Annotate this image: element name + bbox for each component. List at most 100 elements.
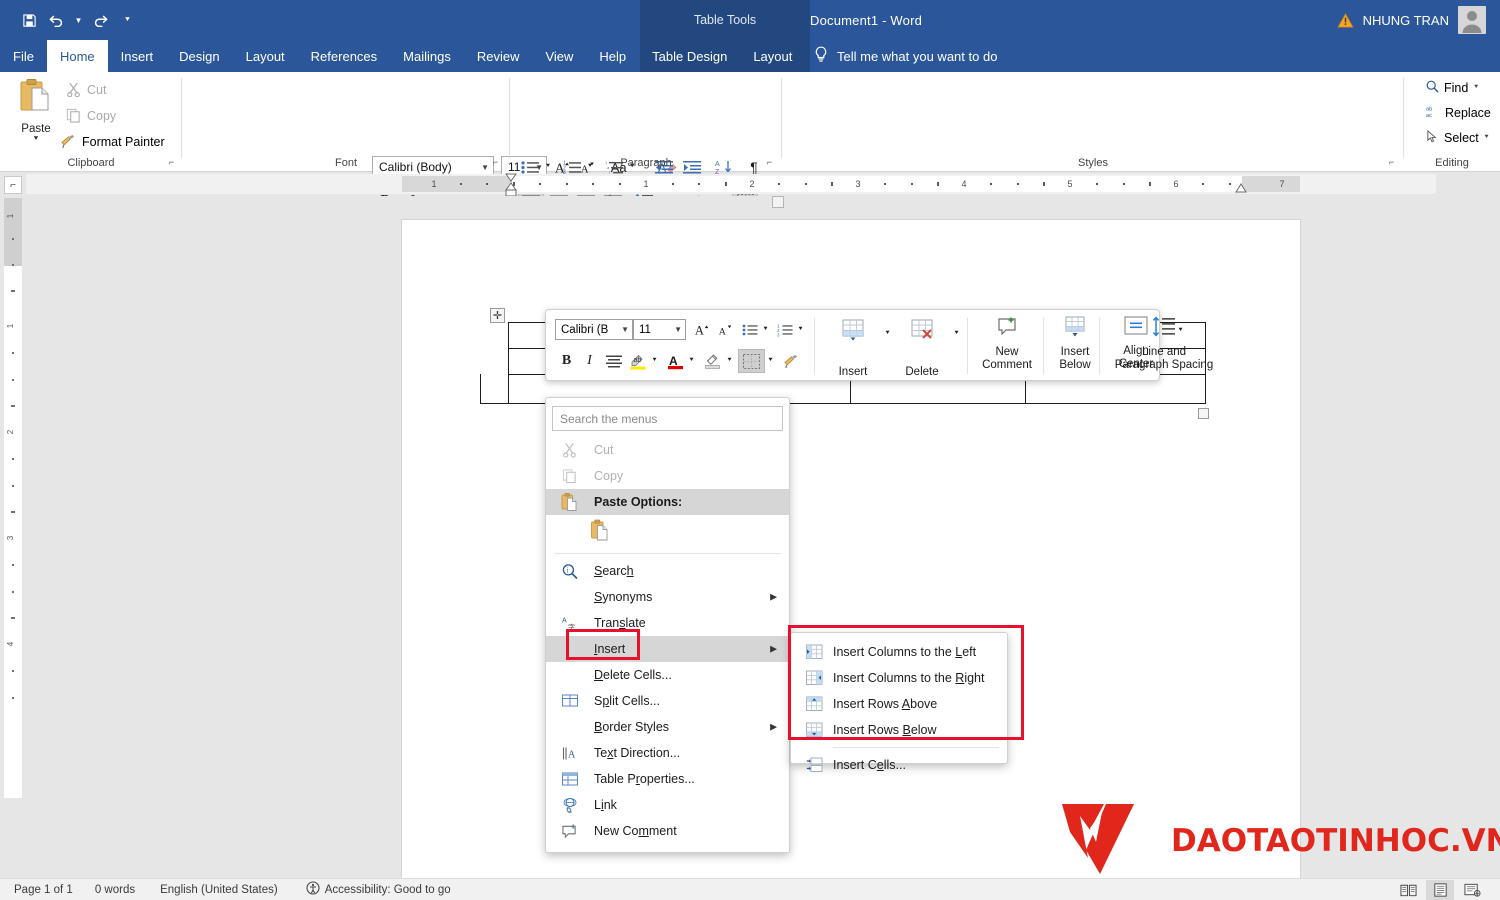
mini-delete-button[interactable]: Delete	[894, 318, 950, 379]
mini-highlight-dropdown-icon[interactable]: ⯆	[649, 350, 660, 372]
mini-font-color-icon[interactable]: A	[664, 350, 686, 372]
submenu-item-insert-rows-below[interactable]: Insert Rows Below	[791, 717, 1007, 743]
context-menu-item-insert[interactable]: Insert ▶	[546, 636, 789, 662]
submenu-item-insert-columns-right[interactable]: Insert Columns to the Right	[791, 665, 1007, 691]
tab-insert[interactable]: Insert	[108, 40, 167, 72]
context-menu-item-link[interactable]: Link	[546, 792, 789, 818]
select-button[interactable]: Select ⯆	[1426, 130, 1489, 146]
mini-font-color-dropdown-icon[interactable]: ⯆	[686, 350, 697, 372]
find-dropdown-icon[interactable]: ⯆	[1473, 84, 1479, 92]
find-button[interactable]: Find ⯆	[1426, 80, 1479, 96]
tab-view[interactable]: View	[532, 40, 586, 72]
paste-dropdown-icon[interactable]: ⯆	[33, 135, 39, 143]
account-name[interactable]: NHUNG TRAN	[1363, 13, 1449, 28]
user-avatar-icon[interactable]	[1458, 6, 1486, 34]
paste-button[interactable]: Paste ⯆	[10, 78, 62, 154]
chevron-down-icon[interactable]: ▼	[674, 325, 682, 334]
mini-insert-button[interactable]: Insert	[825, 318, 881, 379]
mini-align-center-button[interactable]: Align Center	[1112, 315, 1160, 371]
copy-button[interactable]: Copy	[66, 108, 116, 123]
mini-italic-icon[interactable]: I	[579, 350, 600, 372]
mini-new-comment-button[interactable]: New Comment	[974, 316, 1040, 372]
font-dialog-launcher[interactable]: ⌐	[490, 157, 501, 168]
mini-bullets-dropdown-icon[interactable]: ⯆	[760, 319, 771, 340]
mini-line-spacing-dropdown-icon[interactable]: ⯆	[1175, 323, 1186, 339]
undo-dropdown-icon[interactable]: ▼	[72, 7, 85, 33]
vertical-ruler[interactable]: 1 1 2 3 4	[4, 198, 22, 798]
context-menu-item-split-cells[interactable]: Split Cells...	[546, 688, 789, 714]
styles-dialog-launcher[interactable]: ⌐	[1386, 157, 1397, 168]
read-mode-view-icon[interactable]	[1394, 880, 1422, 900]
context-menu-item-copy[interactable]: Copy	[546, 463, 789, 489]
horizontal-ruler[interactable]: 1 1 2 3 4 5 6 7	[26, 174, 1436, 194]
mini-insert-dropdown-icon[interactable]: ⯆	[882, 326, 893, 342]
mini-align-icon[interactable]	[603, 350, 624, 372]
status-page[interactable]: Page 1 of 1	[14, 884, 73, 896]
svg-text:4: 4	[961, 179, 966, 189]
context-menu-item-table-properties[interactable]: Table Properties...	[546, 766, 789, 792]
mini-font-name-combo[interactable]: Calibri (B ▼	[555, 319, 633, 340]
mini-shading-dropdown-icon[interactable]: ⯆	[724, 350, 735, 372]
context-menu-item-cut[interactable]: Cut	[546, 437, 789, 463]
mini-bullets-icon[interactable]	[739, 319, 761, 340]
mini-numbering-dropdown-icon[interactable]: ⯆	[795, 319, 806, 340]
mini-delete-dropdown-icon[interactable]: ⯆	[951, 326, 962, 342]
tab-references[interactable]: References	[298, 40, 390, 72]
clipboard-dialog-launcher[interactable]: ⌐	[166, 157, 177, 168]
undo-icon[interactable]	[44, 7, 70, 33]
mini-borders-icon[interactable]	[738, 349, 765, 373]
mini-font-size-combo[interactable]: 11 ▼	[633, 319, 686, 340]
print-layout-view-icon[interactable]	[1426, 880, 1454, 900]
submenu-item-insert-cells[interactable]: Insert Cells...	[791, 752, 1007, 778]
context-menu-label-synonyms: Synonyms	[594, 590, 652, 604]
chevron-down-icon[interactable]: ▼	[621, 325, 629, 334]
tab-table-design[interactable]: Table Design	[639, 40, 740, 72]
cut-button[interactable]: Cut	[66, 82, 106, 97]
search-the-menus-input[interactable]: Search the menus	[552, 406, 783, 431]
format-painter-button[interactable]: Format Painter	[60, 134, 165, 149]
paragraph-dialog-launcher[interactable]: ⌐	[764, 157, 775, 168]
context-menu-item-search[interactable]: i Search	[546, 558, 789, 584]
mini-borders-dropdown-icon[interactable]: ⯆	[765, 350, 776, 372]
context-menu-item-translate[interactable]: A字 Translate	[546, 610, 789, 636]
mini-numbering-icon[interactable]: 123	[774, 319, 796, 340]
keep-source-formatting-paste-icon[interactable]	[590, 519, 610, 546]
mini-bold-icon[interactable]: B	[556, 350, 577, 372]
status-language[interactable]: English (United States)	[160, 884, 278, 896]
tab-review[interactable]: Review	[464, 40, 533, 72]
tab-file[interactable]: File	[0, 40, 47, 72]
submenu-item-insert-columns-left[interactable]: Insert Columns to the Left	[791, 639, 1007, 665]
mini-text-highlight-color-icon[interactable]: ab	[627, 350, 649, 372]
tab-mailings[interactable]: Mailings	[390, 40, 464, 72]
table-resize-handle[interactable]	[1198, 408, 1209, 419]
status-accessibility[interactable]: Accessibility: Good to go	[306, 881, 451, 898]
web-layout-view-icon[interactable]	[1458, 880, 1486, 900]
context-menu-item-delete-cells[interactable]: Delete Cells...	[546, 662, 789, 688]
save-icon[interactable]	[16, 7, 42, 33]
tell-me-search[interactable]: Tell me what you want to do	[814, 40, 997, 72]
mini-shrink-font-icon[interactable]: A	[715, 319, 736, 340]
mini-grow-font-icon[interactable]: A	[692, 319, 713, 340]
warning-triangle-icon[interactable]	[1337, 13, 1354, 28]
context-menu-item-text-direction[interactable]: A Text Direction...	[546, 740, 789, 766]
tab-home[interactable]: Home	[47, 40, 108, 72]
mini-insert-below-button[interactable]: Insert Below	[1049, 316, 1101, 372]
submenu-item-insert-rows-above[interactable]: Insert Rows Above	[791, 691, 1007, 717]
tab-table-layout[interactable]: Layout	[740, 40, 805, 72]
table-move-handle[interactable]: ✛	[490, 308, 505, 323]
left-tab-stop-icon[interactable]: ⌐	[4, 176, 22, 194]
tab-design[interactable]: Design	[166, 40, 232, 72]
select-dropdown-icon[interactable]: ⯆	[1484, 134, 1490, 142]
mini-shading-icon[interactable]	[702, 350, 724, 372]
redo-icon[interactable]	[87, 7, 113, 33]
tab-help[interactable]: Help	[586, 40, 639, 72]
context-menu-item-border-styles[interactable]: Border Styles ▶	[546, 714, 789, 740]
tab-layout[interactable]: Layout	[233, 40, 298, 72]
status-words[interactable]: 0 words	[95, 884, 135, 896]
customize-qat-icon[interactable]: ⯆	[121, 7, 134, 33]
ribbon: Paste ⯆ Cut Copy Format Painter	[0, 72, 1500, 172]
replace-button[interactable]: abac Replace	[1426, 105, 1491, 121]
context-menu-item-new-comment[interactable]: New Comment	[546, 818, 789, 844]
mini-format-painter-icon[interactable]	[780, 350, 802, 372]
context-menu-item-synonyms[interactable]: Synonyms ▶	[546, 584, 789, 610]
